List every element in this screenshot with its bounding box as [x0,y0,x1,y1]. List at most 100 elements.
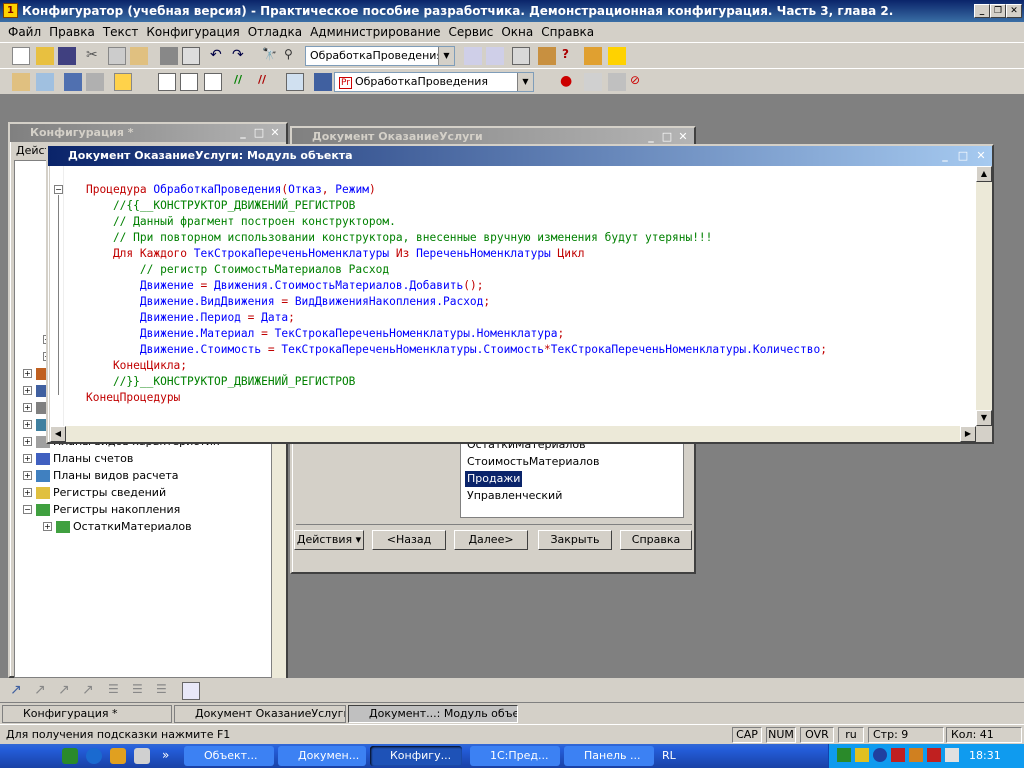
tree-item[interactable]: + Планы счетов [23,450,133,467]
unblock-icon[interactable] [180,73,198,91]
close-dialog-button[interactable]: Закрыть [538,530,612,550]
task-panel[interactable]: Панель ... [564,746,654,766]
debug-icon[interactable] [608,73,626,91]
collapse-icon[interactable]: − [23,505,32,514]
paste-icon[interactable] [130,47,148,65]
expand-icon[interactable]: + [23,420,32,429]
tab-document[interactable]: Документ ОказаниеУслуги [174,705,346,723]
procedure-combo[interactable]: Pr ОбработкаПроведения ▼ [334,72,534,92]
replace-icon[interactable] [464,47,482,65]
tree-item[interactable]: + ОстаткиМатериалов [43,518,192,535]
menu-item[interactable]: Администрирование [306,25,444,39]
expand-icon[interactable]: + [23,386,32,395]
editor-hscroll[interactable]: ◀ ▶ [50,426,976,442]
expand-icon[interactable]: + [23,437,32,446]
syntax-helper-icon[interactable] [538,47,556,65]
expand-icon[interactable]: + [23,403,32,412]
maximize-button[interactable]: ❐ [990,4,1006,18]
minimize-icon[interactable]: _ [236,126,250,139]
new-file-icon[interactable] [12,47,30,65]
module-icon[interactable] [36,73,54,91]
chevron-down-icon[interactable]: ▼ [438,47,454,65]
task-object[interactable]: Объект... [184,746,274,766]
tree-item[interactable]: − Регистры накопления [23,501,180,518]
scroll-down-icon[interactable]: ▼ [976,410,992,426]
step-icon[interactable]: ↗ [10,682,28,700]
undo-icon[interactable]: ↶ [210,47,228,65]
preview-icon[interactable] [182,47,200,65]
minimize-icon[interactable]: _ [644,130,658,143]
step-over-icon[interactable]: ↗ [58,682,76,700]
find-icon[interactable]: 🔭 [262,47,280,65]
menu-item[interactable]: Сервис [445,25,498,39]
menu-item[interactable]: Правка [45,25,99,39]
breakpoint-list-icon[interactable] [584,73,602,91]
tray-icon[interactable] [891,748,905,762]
language-indicator[interactable]: RL [662,749,676,762]
explorer-icon[interactable] [110,748,126,764]
menu-item[interactable]: Окна [497,25,537,39]
expand-icon[interactable]: + [23,369,32,378]
tree-item[interactable]: + Регистры сведений [23,484,166,501]
close-icon[interactable]: ✕ [974,149,988,162]
actions-button[interactable]: Действия ▾ [294,530,364,550]
register-list-item[interactable]: Продажи [465,471,523,487]
outdent-list-icon[interactable]: ☰ [132,682,150,700]
status-lang[interactable]: ru [838,727,864,743]
open-folder-icon[interactable] [36,47,54,65]
expand-icon[interactable]: + [23,454,32,463]
tray-icon[interactable] [927,748,941,762]
uncomment-icon[interactable]: // [258,73,276,91]
bluetooth-icon[interactable] [873,748,887,762]
editor-vscroll[interactable]: ▲ ▼ [976,166,992,426]
print-icon[interactable] [160,47,178,65]
save-icon[interactable] [58,47,76,65]
task-document[interactable]: Докумен... [278,746,366,766]
task-configurator[interactable]: Конфигу... [370,746,462,766]
list-icon[interactable]: ☰ [156,682,174,700]
menu-item[interactable]: Конфигурация [142,25,243,39]
find-all-icon[interactable] [486,47,504,65]
ie-icon[interactable] [86,748,102,764]
procedures-icon[interactable] [314,73,332,91]
tray-icon[interactable] [909,748,923,762]
register-list-item[interactable]: СтоимостьМатериалов [465,454,601,470]
expand-icon[interactable]: + [43,522,52,531]
help-button[interactable]: Справка [620,530,692,550]
copy-icon[interactable] [108,47,126,65]
expand-icon[interactable]: + [23,488,32,497]
code-editor[interactable]: Процедура ОбработкаПроведения(Отказ, Реж… [64,166,976,426]
volume-icon[interactable] [945,748,959,762]
object-icon[interactable] [86,73,104,91]
1c-help-icon[interactable] [608,47,626,65]
close-icon[interactable]: ✕ [676,130,690,143]
scroll-left-icon[interactable]: ◀ [50,426,66,442]
minimize-button[interactable]: _ [974,4,990,18]
tray-icon[interactable] [855,748,869,762]
disable-breakpoint-icon[interactable]: ⊘ [630,73,648,91]
tab-module[interactable]: Документ...: Модуль объекта [348,705,518,723]
tree-item[interactable]: + Планы видов расчета [23,467,179,484]
menu-item[interactable]: Файл [4,25,45,39]
expand-icon[interactable]: + [23,471,32,480]
step-out-icon[interactable]: ↗ [82,682,100,700]
comment-icon[interactable]: // [234,73,252,91]
search-combo[interactable]: ОбработкаПроведения ▼ [305,46,455,66]
register-list-item[interactable]: Управленческий [465,488,564,504]
minimize-icon[interactable]: _ [938,149,952,162]
windows-icon[interactable] [512,47,530,65]
maximize-icon[interactable]: □ [660,130,674,143]
cut-icon[interactable]: ✂ [86,47,104,65]
tray-icon[interactable] [837,748,851,762]
run-icon[interactable] [114,73,132,91]
chevron-down-icon[interactable]: ▼ [517,73,533,91]
collapse-icon[interactable]: − [54,185,63,194]
task-1c[interactable]: 1С:Пред... [470,746,560,766]
desktop-icon[interactable] [134,748,150,764]
config-icon[interactable] [64,73,82,91]
wizard-icon[interactable] [286,73,304,91]
scroll-up-icon[interactable]: ▲ [976,166,992,182]
format-icon[interactable] [204,73,222,91]
scroll-right-icon[interactable]: ▶ [960,426,976,442]
indent-list-icon[interactable]: ☰ [108,682,126,700]
